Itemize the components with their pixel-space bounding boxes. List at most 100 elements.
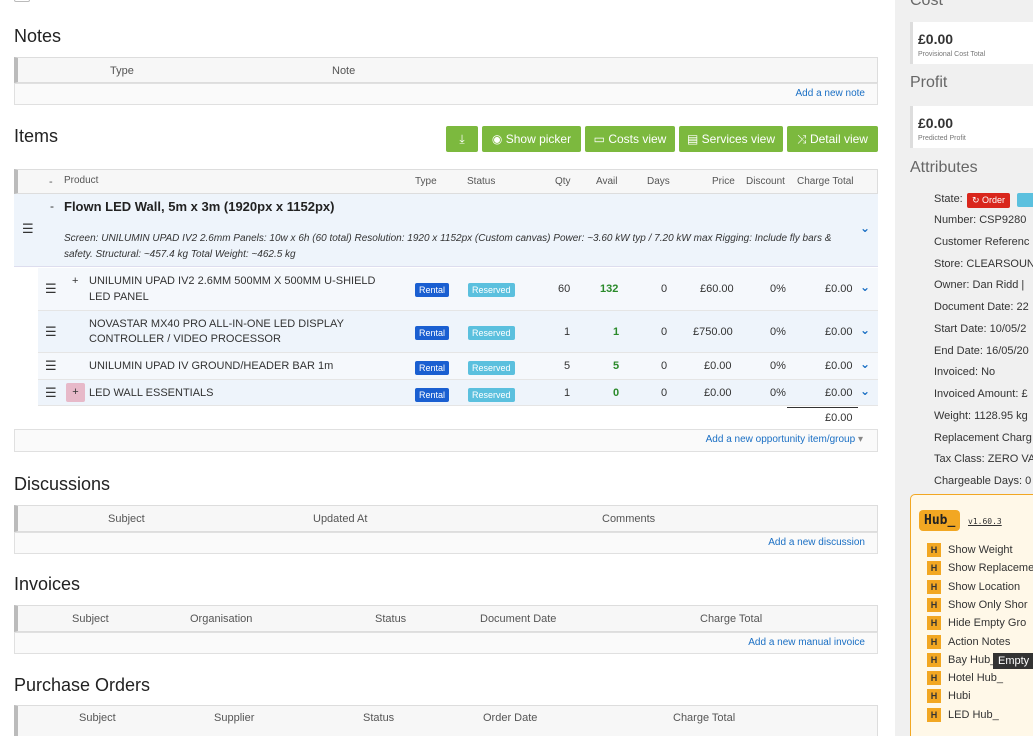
hub-icon: H — [927, 597, 941, 612]
drag-handle-icon[interactable]: ☰ — [45, 358, 57, 374]
col-note: Note — [332, 65, 356, 77]
status-badge[interactable]: Reserved — [468, 361, 515, 375]
main-content: Notes Type Note Add a new note Items ⤓ ◉… — [0, 0, 895, 736]
shuffle-icon: ⤨ — [797, 132, 810, 146]
product-name-2[interactable]: LED PANEL — [89, 291, 149, 303]
drag-handle-icon[interactable]: ☰ — [22, 221, 34, 237]
days: 0 — [661, 360, 668, 372]
product-name[interactable]: UNILUMIN UPAD IV GROUND/HEADER BAR 1m — [89, 360, 333, 372]
col-subject: Subject — [79, 712, 116, 724]
caret-down-icon: ▾ — [857, 434, 863, 445]
product-name-2[interactable]: CONTROLLER / VIDEO PROCESSOR — [89, 333, 281, 345]
hub-menu-item[interactable]: H Show Only Shor — [927, 597, 1028, 612]
col-status: Status — [375, 613, 407, 625]
chevron-down-icon[interactable]: ⌄ — [860, 323, 870, 337]
drag-handle-icon[interactable]: ☰ — [45, 281, 57, 297]
money-icon: ▭ — [593, 132, 609, 146]
attributes-heading: Attributes — [910, 159, 978, 176]
col-price: Price — [712, 176, 735, 187]
costs-view-button[interactable]: ▭ Costs view — [585, 126, 675, 152]
hub-icon: H — [927, 561, 941, 576]
product-name[interactable]: LED WALL ESSENTIALS — [89, 387, 214, 399]
discount: 0% — [770, 360, 786, 372]
status-badge[interactable]: Reserved — [468, 388, 515, 402]
status-badge[interactable]: Reserved — [468, 326, 515, 340]
cost-value: £0.00 — [918, 31, 954, 47]
days: 0 — [661, 283, 668, 295]
chevron-down-icon[interactable]: ⌄ — [860, 384, 870, 398]
chevron-down-icon[interactable]: ⌄ — [860, 357, 870, 371]
hub-item-label: Show Only Shor — [948, 598, 1028, 611]
add-discussion-link[interactable]: Add a new discussion — [768, 537, 865, 548]
purchase-orders-title: Purchase Orders — [14, 675, 151, 695]
col-order-date: Order Date — [483, 712, 538, 724]
add-invoice-link[interactable]: Add a new manual invoice — [748, 637, 865, 648]
avail: 5 — [613, 360, 620, 372]
discount: 0% — [770, 283, 786, 295]
chevron-down-icon[interactable]: ⌄ — [860, 221, 870, 235]
hub-menu-item[interactable]: H Show Location — [927, 579, 1020, 594]
add-item-link[interactable]: Add a new opportunity item/group ▾ — [706, 434, 863, 445]
hub-item-label: LED Hub_ — [948, 708, 999, 721]
notes-table-header: Type Note — [14, 57, 878, 83]
items-title: Items — [14, 126, 59, 146]
col-discount: Discount — [746, 176, 785, 187]
purchase-orders-table-header: Subject Supplier Status Order Date Charg… — [14, 705, 878, 736]
hub-version[interactable]: v1.60.3 — [968, 517, 1002, 526]
col-charge-total: Charge Total — [673, 712, 736, 724]
hub-menu-item[interactable]: H Hide Empty Gro — [927, 616, 1026, 631]
col-status: Status — [467, 176, 496, 187]
row-toggle[interactable]: + — [72, 275, 78, 287]
group-name: Flown LED Wall, 5m x 3m (1920px x 1152px… — [64, 199, 335, 214]
qty: 1 — [564, 387, 571, 399]
hub-menu-item[interactable]: H Bay Hub_ — [927, 652, 996, 667]
product-name[interactable]: UNILUMIN UPAD IV2 2.6MM 500MM X 500MM U-… — [89, 275, 375, 287]
product-name[interactable]: NOVASTAR MX40 PRO ALL-IN-ONE LED DISPLAY — [89, 318, 344, 330]
download-button[interactable]: ⤓ — [446, 126, 478, 152]
charge-total: £0.00 — [825, 387, 853, 399]
col-days: Days — [647, 176, 670, 187]
attribute-item: Invoiced: No — [934, 366, 996, 379]
avail: 1 — [613, 326, 620, 338]
attribute-item: Invoiced Amount: £ — [934, 388, 1028, 400]
download-icon: ⤓ — [459, 132, 465, 146]
hub-menu-item[interactable]: H LED Hub_ — [927, 707, 999, 722]
avail: 0 — [613, 387, 620, 399]
hub-icon: H — [927, 579, 941, 594]
hub-item-label: Show Weight — [948, 543, 1013, 556]
status-badge[interactable]: Reserved — [468, 283, 515, 297]
add-note-link[interactable]: Add a new note — [796, 88, 866, 99]
hub-menu-item[interactable]: H Hubi — [927, 689, 971, 704]
attribute-item: Tax Class: ZERO VA — [934, 453, 1033, 466]
attribute-item: Weight: 1128.95 kg — [934, 409, 1028, 422]
qty: 1 — [564, 326, 571, 338]
charge-total: £0.00 — [825, 360, 853, 372]
hub-menu-item[interactable]: H Show Weight — [927, 543, 1013, 557]
type-badge: Rental — [415, 388, 450, 402]
col-collapse[interactable]: - — [49, 176, 53, 188]
drag-handle-icon[interactable]: ☰ — [45, 324, 57, 340]
invoices-title: Invoices — [14, 574, 81, 594]
attribute-item: Number: CSP9280 — [934, 214, 1027, 226]
hub-icon: H — [927, 634, 941, 649]
hub-menu-item[interactable]: H Show Replaceme — [927, 561, 1033, 576]
hub-menu-item[interactable]: H Action Notes — [927, 634, 1010, 649]
show-picker-button[interactable]: ◉ Show picker — [482, 126, 581, 152]
eye-icon: ◉ — [491, 132, 506, 146]
days: 0 — [661, 326, 668, 338]
drag-handle-icon[interactable]: ☰ — [45, 385, 57, 401]
price: £0.00 — [704, 387, 732, 399]
group-toggle[interactable]: - — [50, 199, 54, 213]
chevron-down-icon[interactable]: ⌄ — [860, 280, 870, 294]
col-qty: Qty — [555, 176, 571, 187]
services-view-button[interactable]: ▤ Services view — [679, 126, 783, 152]
list-icon: ▤ — [686, 132, 702, 146]
col-status: Status — [363, 712, 395, 724]
hub-menu-item[interactable]: H Hotel Hub_ — [927, 671, 1003, 686]
expand-toggle[interactable]: + — [66, 383, 85, 402]
type-badge: Rental — [415, 326, 450, 340]
top-checkbox[interactable] — [14, 0, 30, 2]
notes-title: Notes — [14, 26, 62, 46]
charge-total: £0.00 — [825, 326, 853, 338]
detail-view-button[interactable]: ⤨ Detail view — [787, 126, 878, 152]
